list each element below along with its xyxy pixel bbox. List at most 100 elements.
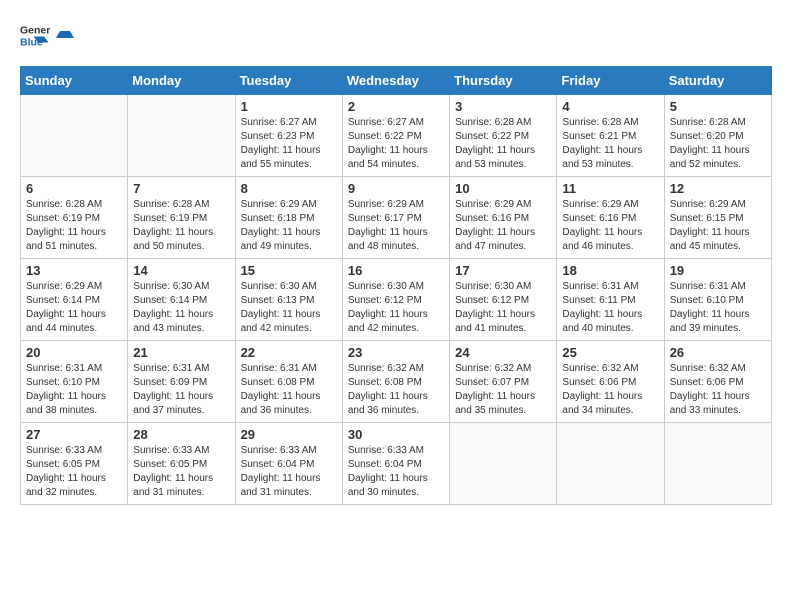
calendar-cell: 25Sunrise: 6:32 AM Sunset: 6:06 PM Dayli… (557, 341, 664, 423)
calendar-cell: 17 Sunrise: 6:30 AM Sunset: 6:12 PM Dayli… (450, 259, 557, 341)
day-of-week-wednesday: Wednesday (342, 67, 449, 95)
calendar-table: SundayMondayTuesdayWednesdayThursdayFrid… (20, 66, 772, 505)
day-detail: Sunrise: 6:27 AM Sunset: 6:23 PM Dayligh… (241, 116, 337, 172)
calendar-cell: 3Sunrise: 6:28 AM Sunset: 6:22 PM Daylig… (450, 95, 557, 177)
calendar-cell: 12 Sunrise: 6:29 AM Sunset: 6:15 PM Dayli… (664, 177, 771, 259)
day-detail: Sunrise: 6:32 AM Sunset: 6:06 PM Dayligh… (670, 362, 766, 418)
calendar-cell: 19 Sunrise: 6:31 AM Sunset: 6:10 PM Dayli… (664, 259, 771, 341)
day-detail: Sunrise: 6:32 AM Sunset: 6:08 PM Dayligh… (348, 362, 444, 418)
day-number: 12 (670, 181, 766, 196)
day-number: 18 (562, 263, 658, 278)
calendar-cell (664, 423, 771, 505)
day-detail: Sunrise: 6:29 AM Sunset: 6:16 PM Dayligh… (455, 198, 551, 254)
day-number: 5 (670, 99, 766, 114)
calendar-cell (21, 95, 128, 177)
calendar-cell: 5Sunrise: 6:28 AM Sunset: 6:20 PM Daylig… (664, 95, 771, 177)
day-of-week-monday: Monday (128, 67, 235, 95)
day-of-week-thursday: Thursday (450, 67, 557, 95)
logo-icon: General Blue (20, 20, 50, 50)
calendar-cell (128, 95, 235, 177)
day-number: 29 (241, 427, 337, 442)
day-detail: Sunrise: 6:28 AM Sunset: 6:21 PM Dayligh… (562, 116, 658, 172)
day-detail: Sunrise: 6:31 AM Sunset: 6:11 PM Dayligh… (562, 280, 658, 336)
calendar-cell: 21Sunrise: 6:31 AM Sunset: 6:09 PM Dayli… (128, 341, 235, 423)
day-number: 16 (348, 263, 444, 278)
header: General Blue (20, 20, 772, 50)
calendar-cell: 27Sunrise: 6:33 AM Sunset: 6:05 PM Dayli… (21, 423, 128, 505)
calendar-cell (557, 423, 664, 505)
day-detail: Sunrise: 6:32 AM Sunset: 6:07 PM Dayligh… (455, 362, 551, 418)
day-detail: Sunrise: 6:30 AM Sunset: 6:12 PM Dayligh… (455, 280, 551, 336)
day-of-week-sunday: Sunday (21, 67, 128, 95)
calendar-cell: 23 Sunrise: 6:32 AM Sunset: 6:08 PM Dayli… (342, 341, 449, 423)
day-number: 28 (133, 427, 229, 442)
calendar-cell: 8Sunrise: 6:29 AM Sunset: 6:18 PM Daylig… (235, 177, 342, 259)
day-detail: Sunrise: 6:29 AM Sunset: 6:17 PM Dayligh… (348, 198, 444, 254)
day-detail: Sunrise: 6:28 AM Sunset: 6:19 PM Dayligh… (133, 198, 229, 254)
logo: General Blue (20, 20, 74, 50)
calendar-cell: 16 Sunrise: 6:30 AM Sunset: 6:12 PM Dayli… (342, 259, 449, 341)
day-detail: Sunrise: 6:27 AM Sunset: 6:22 PM Dayligh… (348, 116, 444, 172)
day-number: 25 (562, 345, 658, 360)
day-detail: Sunrise: 6:29 AM Sunset: 6:16 PM Dayligh… (562, 198, 658, 254)
day-number: 7 (133, 181, 229, 196)
day-detail: Sunrise: 6:29 AM Sunset: 6:14 PM Dayligh… (26, 280, 122, 336)
day-number: 2 (348, 99, 444, 114)
calendar-cell: 18 Sunrise: 6:31 AM Sunset: 6:11 PM Dayli… (557, 259, 664, 341)
calendar-cell: 14 Sunrise: 6:30 AM Sunset: 6:14 PM Dayli… (128, 259, 235, 341)
day-number: 17 (455, 263, 551, 278)
day-detail: Sunrise: 6:33 AM Sunset: 6:05 PM Dayligh… (133, 444, 229, 500)
day-number: 9 (348, 181, 444, 196)
day-number: 20 (26, 345, 122, 360)
day-number: 21 (133, 345, 229, 360)
day-detail: Sunrise: 6:31 AM Sunset: 6:10 PM Dayligh… (670, 280, 766, 336)
day-detail: Sunrise: 6:30 AM Sunset: 6:14 PM Dayligh… (133, 280, 229, 336)
day-detail: Sunrise: 6:30 AM Sunset: 6:13 PM Dayligh… (241, 280, 337, 336)
day-number: 10 (455, 181, 551, 196)
day-of-week-saturday: Saturday (664, 67, 771, 95)
day-number: 3 (455, 99, 551, 114)
calendar-cell (450, 423, 557, 505)
svg-text:General: General (20, 25, 50, 37)
day-of-week-tuesday: Tuesday (235, 67, 342, 95)
day-detail: Sunrise: 6:33 AM Sunset: 6:04 PM Dayligh… (241, 444, 337, 500)
calendar-header-row: SundayMondayTuesdayWednesdayThursdayFrid… (21, 67, 772, 95)
day-detail: Sunrise: 6:33 AM Sunset: 6:04 PM Dayligh… (348, 444, 444, 500)
day-of-week-friday: Friday (557, 67, 664, 95)
logo-chevron-icon (56, 26, 74, 44)
calendar-week-row: 6 Sunrise: 6:28 AM Sunset: 6:19 PM Daylig… (21, 177, 772, 259)
day-detail: Sunrise: 6:28 AM Sunset: 6:19 PM Dayligh… (26, 198, 122, 254)
day-number: 6 (26, 181, 122, 196)
calendar-cell: 11Sunrise: 6:29 AM Sunset: 6:16 PM Dayli… (557, 177, 664, 259)
calendar-cell: 9 Sunrise: 6:29 AM Sunset: 6:17 PM Daylig… (342, 177, 449, 259)
day-detail: Sunrise: 6:31 AM Sunset: 6:08 PM Dayligh… (241, 362, 337, 418)
calendar-cell: 4 Sunrise: 6:28 AM Sunset: 6:21 PM Daylig… (557, 95, 664, 177)
calendar-cell: 20 Sunrise: 6:31 AM Sunset: 6:10 PM Dayli… (21, 341, 128, 423)
calendar-cell: 2 Sunrise: 6:27 AM Sunset: 6:22 PM Daylig… (342, 95, 449, 177)
calendar-week-row: 27Sunrise: 6:33 AM Sunset: 6:05 PM Dayli… (21, 423, 772, 505)
day-number: 30 (348, 427, 444, 442)
calendar-week-row: 13 Sunrise: 6:29 AM Sunset: 6:14 PM Dayli… (21, 259, 772, 341)
day-number: 15 (241, 263, 337, 278)
calendar-cell: 26Sunrise: 6:32 AM Sunset: 6:06 PM Dayli… (664, 341, 771, 423)
day-number: 4 (562, 99, 658, 114)
calendar-cell: 29 Sunrise: 6:33 AM Sunset: 6:04 PM Dayli… (235, 423, 342, 505)
day-number: 19 (670, 263, 766, 278)
calendar-cell: 1 Sunrise: 6:27 AM Sunset: 6:23 PM Daylig… (235, 95, 342, 177)
calendar-cell: 24 Sunrise: 6:32 AM Sunset: 6:07 PM Dayli… (450, 341, 557, 423)
day-number: 23 (348, 345, 444, 360)
day-number: 24 (455, 345, 551, 360)
calendar-cell: 30 Sunrise: 6:33 AM Sunset: 6:04 PM Dayli… (342, 423, 449, 505)
calendar-week-row: 1 Sunrise: 6:27 AM Sunset: 6:23 PM Daylig… (21, 95, 772, 177)
day-number: 13 (26, 263, 122, 278)
calendar-cell: 22Sunrise: 6:31 AM Sunset: 6:08 PM Dayli… (235, 341, 342, 423)
day-detail: Sunrise: 6:29 AM Sunset: 6:18 PM Dayligh… (241, 198, 337, 254)
day-number: 1 (241, 99, 337, 114)
day-number: 14 (133, 263, 229, 278)
calendar-cell: 10 Sunrise: 6:29 AM Sunset: 6:16 PM Dayli… (450, 177, 557, 259)
calendar-cell: 6 Sunrise: 6:28 AM Sunset: 6:19 PM Daylig… (21, 177, 128, 259)
day-detail: Sunrise: 6:30 AM Sunset: 6:12 PM Dayligh… (348, 280, 444, 336)
calendar-cell: 13 Sunrise: 6:29 AM Sunset: 6:14 PM Dayli… (21, 259, 128, 341)
day-detail: Sunrise: 6:31 AM Sunset: 6:10 PM Dayligh… (26, 362, 122, 418)
day-detail: Sunrise: 6:29 AM Sunset: 6:15 PM Dayligh… (670, 198, 766, 254)
